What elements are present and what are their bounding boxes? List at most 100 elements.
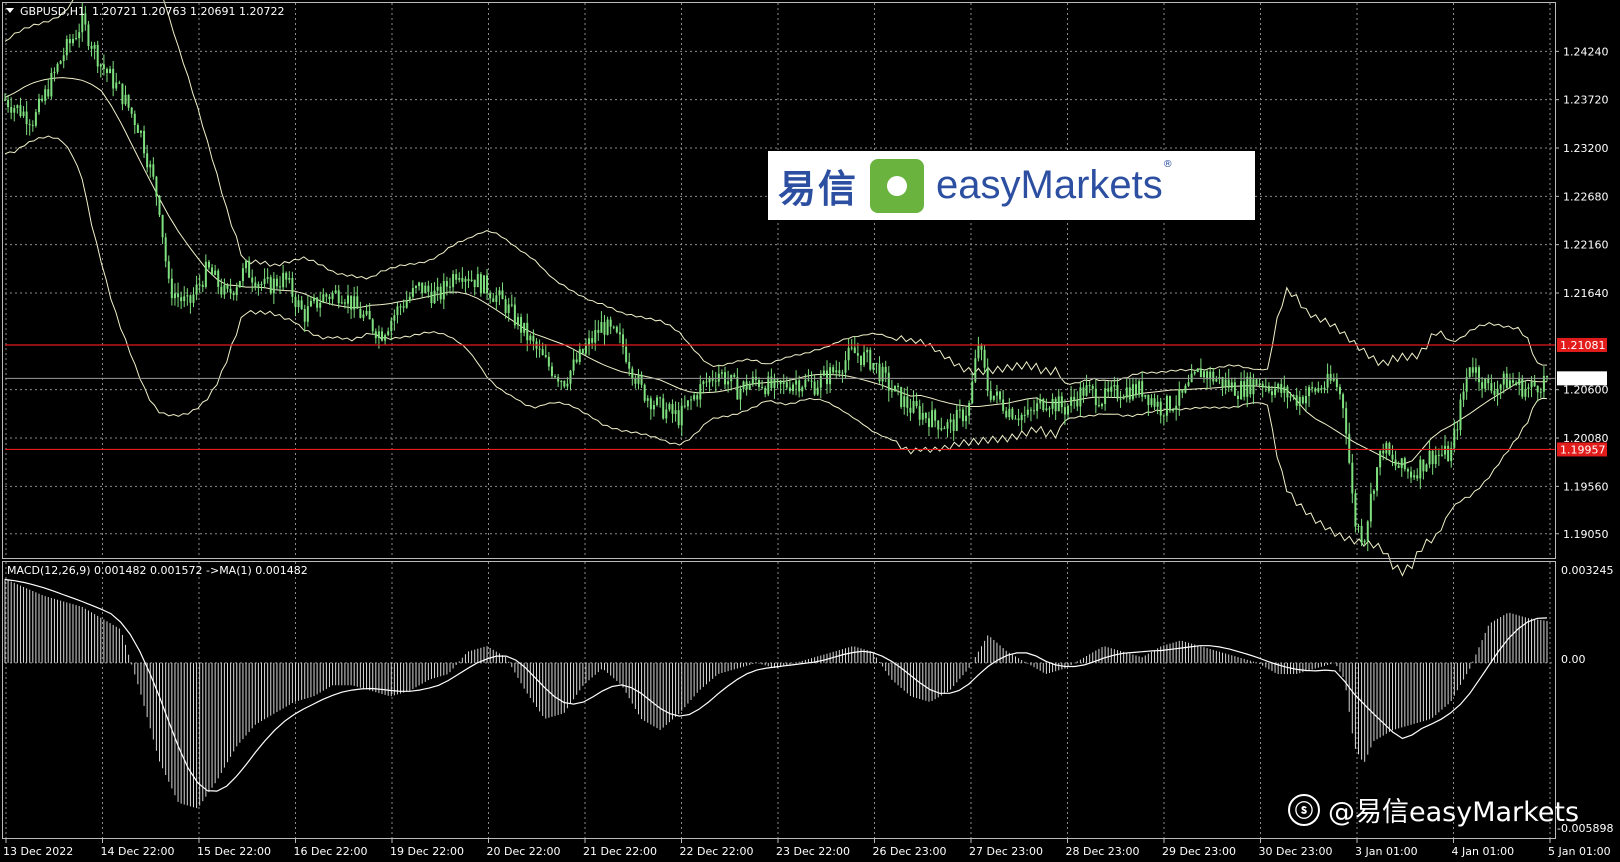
candle-body (758, 379, 761, 387)
candle-body (773, 378, 776, 388)
candle-body (19, 105, 22, 117)
candle-body (254, 282, 257, 288)
candle-body (1063, 407, 1066, 415)
candle-body (479, 274, 482, 294)
candle-body (285, 272, 288, 280)
candle-body (918, 406, 921, 420)
candle-body (44, 89, 47, 101)
price-tick-label: 1.22160 (1563, 239, 1609, 252)
candle-body (714, 380, 717, 382)
candle-body (229, 288, 232, 293)
candle-body (362, 314, 365, 318)
candle-body (211, 267, 214, 276)
candle-body (504, 299, 507, 314)
candle-body (170, 278, 173, 299)
candle-body (87, 24, 90, 46)
candle-body (442, 281, 445, 300)
candle-body (1243, 381, 1246, 397)
candle-body (637, 375, 640, 384)
candle-body (1462, 391, 1465, 400)
candle-body (384, 335, 387, 341)
candle-body (683, 405, 686, 407)
candle-body (1317, 387, 1320, 392)
candle-body (1076, 399, 1079, 407)
candle-body (798, 380, 801, 392)
candle-body (68, 39, 71, 44)
candle-body (1193, 371, 1196, 374)
price-tick-label: 1.23200 (1563, 142, 1609, 155)
candle-body (78, 32, 81, 39)
candle-body (1391, 454, 1394, 460)
candle-body (1397, 465, 1400, 468)
candle-body (1184, 385, 1187, 393)
candle-body (1283, 386, 1286, 393)
candle-body (776, 378, 779, 381)
candle-body (112, 68, 115, 89)
candle-body (1440, 454, 1443, 456)
candle-body (272, 278, 275, 294)
candle-body (124, 94, 127, 105)
candle-body (1329, 373, 1332, 381)
candle-body (1249, 376, 1252, 395)
candle-body (408, 296, 411, 301)
candle-body (313, 297, 316, 301)
candle-body (1403, 458, 1406, 470)
candle-body (841, 372, 844, 374)
candle-body (1277, 383, 1280, 389)
candle-body (1366, 521, 1369, 541)
candle-body (875, 362, 878, 364)
candle-body (1110, 386, 1113, 392)
candle-body (37, 98, 40, 113)
candle-body (1342, 394, 1345, 409)
candle-body (136, 125, 139, 133)
candle-body (779, 380, 782, 384)
candle-body (1496, 388, 1499, 395)
candle-body (615, 326, 618, 333)
candle-body (1240, 381, 1243, 400)
candle-body (887, 372, 890, 391)
candle-body (25, 111, 28, 125)
price-tick-label: 1.22680 (1563, 190, 1609, 203)
candle-body (1533, 381, 1536, 387)
candle-body (1304, 396, 1307, 404)
candle-body (1048, 408, 1051, 410)
candle-body (387, 331, 390, 336)
candle-body (572, 359, 575, 371)
candle-body (825, 370, 828, 385)
candle-body (1168, 396, 1171, 411)
candle-body (1002, 399, 1005, 411)
price-chart[interactable]: GBPUSD,H1 1.20721 1.20763 1.20691 1.2072… (0, 0, 1620, 862)
candle-body (201, 284, 204, 287)
candle-body (365, 310, 368, 315)
logo-en-text: easyMarkets (936, 163, 1163, 207)
candle-body (668, 404, 671, 410)
candle-body (566, 383, 569, 387)
candle-body (603, 322, 606, 335)
candle-body (612, 326, 615, 328)
candle-body (897, 385, 900, 387)
candle-body (652, 405, 655, 410)
candle-body (782, 382, 785, 384)
candle-body (47, 89, 50, 97)
candle-body (433, 290, 436, 304)
candle-body (1311, 387, 1314, 389)
candle-body (1434, 455, 1437, 465)
candle-body (241, 268, 244, 282)
candle-body (300, 300, 303, 310)
candle-body (192, 294, 195, 303)
candle-body (1033, 410, 1036, 412)
candle-body (1014, 418, 1017, 420)
candle-body (1224, 379, 1227, 387)
candle-body (152, 164, 155, 177)
time-tick-label: 21 Dec 22:00 (583, 845, 657, 858)
candle-body (693, 395, 696, 400)
time-tick-label: 29 Dec 23:00 (1162, 845, 1236, 858)
candle-body (1094, 388, 1097, 406)
candle-body (656, 397, 659, 406)
candle-body (226, 285, 229, 289)
candle-body (1280, 383, 1283, 393)
candle-body (1286, 386, 1289, 398)
time-tick-label: 22 Dec 22:00 (680, 845, 754, 858)
candle-body (702, 381, 705, 385)
candle-body (1215, 379, 1218, 382)
